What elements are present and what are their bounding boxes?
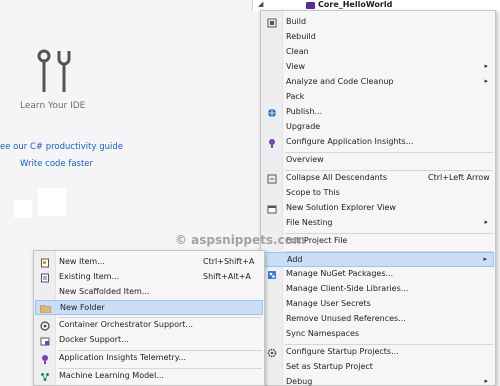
- insights-icon: [39, 353, 50, 364]
- learn-ide-label: Learn Your IDE: [20, 101, 86, 111]
- menu-item-label: New Item...: [59, 257, 105, 266]
- project-node-label: Core_HelloWorld: [318, 0, 393, 9]
- submenu-item-container-orchestrator[interactable]: Container Orchestrator Support...: [35, 318, 263, 333]
- menu-item-shortcut: Ctrl+Left Arrow: [428, 173, 490, 182]
- menu-item-label: File Nesting: [286, 218, 333, 227]
- menu-item-label: Pack: [286, 92, 305, 101]
- menu-item-configure-startup-projects[interactable]: Configure Startup Projects...: [262, 345, 494, 360]
- menu-item-label: Manage User Secrets: [286, 299, 371, 308]
- start-page-tile: [14, 200, 32, 218]
- insights-icon: [266, 137, 277, 148]
- write-code-faster-link[interactable]: Write code faster: [20, 159, 93, 169]
- docker-icon: [39, 335, 50, 346]
- menu-item-label: Configure Application Insights...: [286, 137, 414, 146]
- menu-item-label: Docker Support...: [59, 335, 129, 344]
- menu-item-label: Scope to This: [286, 188, 340, 197]
- menu-item-label: Clean: [286, 47, 309, 56]
- menu-item-label: Remove Unused References...: [286, 314, 406, 323]
- submenu-arrow-icon: ▸: [483, 255, 487, 263]
- submenu-item-docker-support[interactable]: Docker Support...: [35, 333, 263, 348]
- submenu-item-new-item[interactable]: New Item... Ctrl+Shift+A: [35, 255, 263, 270]
- menu-item-label: Overview: [286, 155, 324, 164]
- menu-item-label: Debug: [286, 377, 313, 386]
- menu-item-manage-client-libraries[interactable]: Manage Client-Side Libraries...: [262, 282, 494, 297]
- menu-item-rebuild[interactable]: Rebuild: [262, 30, 494, 45]
- expand-arrow-icon[interactable]: ◢: [258, 0, 263, 8]
- submenu-arrow-icon: ▸: [484, 218, 488, 226]
- menu-item-label: Build: [286, 17, 307, 26]
- menu-item-overview[interactable]: Overview: [262, 153, 494, 168]
- menu-item-view[interactable]: View ▸: [262, 60, 494, 75]
- build-icon: [266, 17, 277, 28]
- menu-item-label: Manage NuGet Packages...: [286, 269, 394, 278]
- project-node[interactable]: Core_HelloWorld: [318, 0, 392, 9]
- menu-item-manage-user-secrets[interactable]: Manage User Secrets: [262, 297, 494, 312]
- submenu-item-new-folder[interactable]: New Folder: [35, 300, 263, 315]
- menu-item-label: Add: [287, 255, 303, 264]
- menu-item-pack[interactable]: Pack: [262, 90, 494, 105]
- menu-item-label: Set as Startup Project: [286, 362, 373, 371]
- menu-item-label: Upgrade: [286, 122, 321, 131]
- menu-item-label: Sync Namespaces: [286, 329, 360, 338]
- productivity-guide-link[interactable]: ee our C# productivity guide: [0, 142, 123, 152]
- menu-item-upgrade[interactable]: Upgrade: [262, 120, 494, 135]
- menu-item-label: Application Insights Telemetry...: [59, 353, 187, 362]
- submenu-arrow-icon: ▸: [484, 77, 488, 85]
- project-icon: [306, 2, 315, 9]
- menu-item-sync-namespaces[interactable]: Sync Namespaces: [262, 327, 494, 342]
- menu-item-analyze[interactable]: Analyze and Code Cleanup ▸: [262, 75, 494, 90]
- existing-item-icon: [39, 272, 50, 283]
- submenu-item-existing-item[interactable]: Existing Item... Shift+Alt+A: [35, 270, 263, 285]
- menu-item-add[interactable]: Add ▸: [262, 252, 494, 267]
- globe-icon: [266, 107, 277, 118]
- folder-icon: [40, 303, 51, 314]
- menu-item-manage-nuget[interactable]: Manage NuGet Packages...: [262, 267, 494, 282]
- add-submenu: New Item... Ctrl+Shift+A Existing Item..…: [33, 250, 265, 386]
- gear-icon: [266, 347, 277, 358]
- menu-item-new-solution-explorer-view[interactable]: New Solution Explorer View: [262, 201, 494, 216]
- container-icon: [39, 320, 50, 331]
- ml-icon: [39, 371, 50, 382]
- collapse-icon: [266, 173, 277, 184]
- menu-item-label: New Solution Explorer View: [286, 203, 396, 212]
- menu-item-shortcut: Ctrl+Shift+A: [203, 257, 255, 266]
- submenu-item-machine-learning-model[interactable]: Machine Learning Model...: [35, 369, 263, 384]
- menu-item-label: Analyze and Code Cleanup: [286, 77, 394, 86]
- submenu-item-new-scaffolded-item[interactable]: New Scaffolded Item...: [35, 285, 263, 300]
- menu-item-label: Publish...: [286, 107, 323, 116]
- menu-item-label: Machine Learning Model...: [59, 371, 164, 380]
- menu-item-scope-to-this[interactable]: Scope to This: [262, 186, 494, 201]
- menu-item-shortcut: Shift+Alt+A: [203, 272, 251, 281]
- menu-item-label: Configure Startup Projects...: [286, 347, 399, 356]
- menu-item-label: New Scaffolded Item...: [59, 287, 150, 296]
- menu-item-label: Existing Item...: [59, 272, 120, 281]
- submenu-arrow-icon: ▸: [484, 62, 488, 70]
- menu-item-clean[interactable]: Clean: [262, 45, 494, 60]
- menu-item-set-startup-project[interactable]: Set as Startup Project: [262, 360, 494, 375]
- start-page-tile: [38, 188, 66, 216]
- watermark: © aspsnippets.com: [175, 233, 306, 247]
- menu-item-remove-unused-references[interactable]: Remove Unused References...: [262, 312, 494, 327]
- new-item-icon: [39, 257, 50, 268]
- menu-item-debug[interactable]: Debug ▸: [262, 375, 494, 386]
- nuget-icon: [266, 269, 277, 280]
- menu-item-file-nesting[interactable]: File Nesting ▸: [262, 216, 494, 231]
- submenu-arrow-icon: ▸: [484, 377, 488, 385]
- menu-item-label: Container Orchestrator Support...: [59, 320, 194, 329]
- menu-item-label: New Folder: [60, 303, 105, 312]
- menu-item-label: View: [286, 62, 305, 71]
- menu-item-label: Rebuild: [286, 32, 316, 41]
- new-view-icon: [266, 203, 277, 214]
- menu-item-label: Manage Client-Side Libraries...: [286, 284, 409, 293]
- menu-item-collapse-all[interactable]: Collapse All Descendants Ctrl+Left Arrow: [262, 171, 494, 186]
- project-context-menu: Build Rebuild Clean View ▸ Analyze and C…: [260, 10, 496, 386]
- tools-icon: [37, 49, 71, 92]
- menu-item-publish[interactable]: Publish...: [262, 105, 494, 120]
- menu-item-configure-insights[interactable]: Configure Application Insights...: [262, 135, 494, 150]
- menu-item-label: Collapse All Descendants: [286, 173, 387, 182]
- submenu-item-application-insights[interactable]: Application Insights Telemetry...: [35, 351, 263, 366]
- menu-item-build[interactable]: Build: [262, 15, 494, 30]
